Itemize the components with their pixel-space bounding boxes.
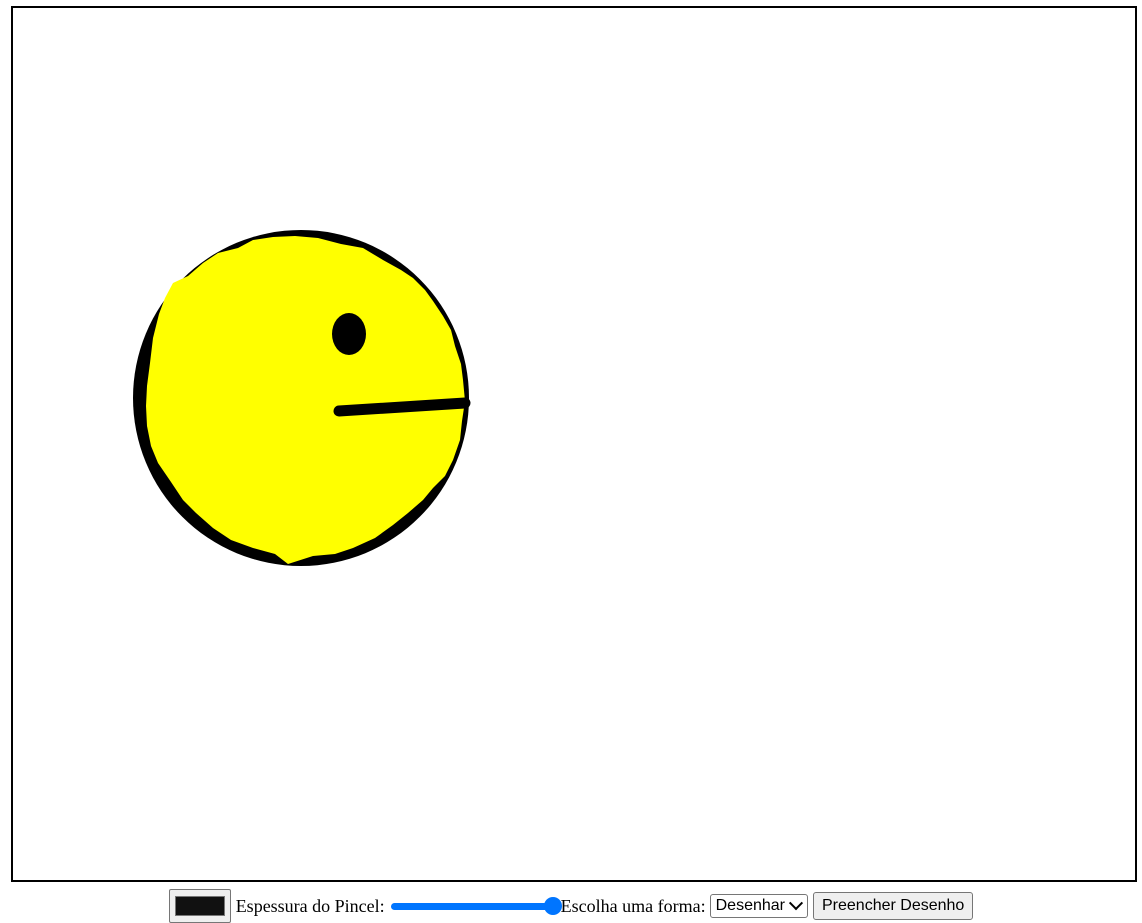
color-picker[interactable] xyxy=(168,889,231,923)
brush-size-label: Espessura do Pincel: xyxy=(235,895,385,916)
drawing-canvas[interactable] xyxy=(11,6,1137,882)
color-swatch xyxy=(174,896,225,916)
shape-select-value: Desenhar xyxy=(715,897,785,914)
canvas-drawing xyxy=(133,230,471,566)
shape-select-label: Escolha uma forma: xyxy=(560,895,706,916)
chevron-down-icon xyxy=(788,896,804,911)
shape-select[interactable]: Desenhar xyxy=(709,894,808,918)
fill-drawing-button[interactable]: Preencher Desenho xyxy=(813,892,974,920)
brush-size-track xyxy=(390,903,553,910)
brush-size-slider[interactable] xyxy=(390,895,562,917)
brush-size-thumb[interactable] xyxy=(543,897,562,915)
drawn-eye xyxy=(332,313,366,355)
drawing-toolbar: Espessura do Pincel: Escolha uma forma: … xyxy=(0,889,1142,923)
